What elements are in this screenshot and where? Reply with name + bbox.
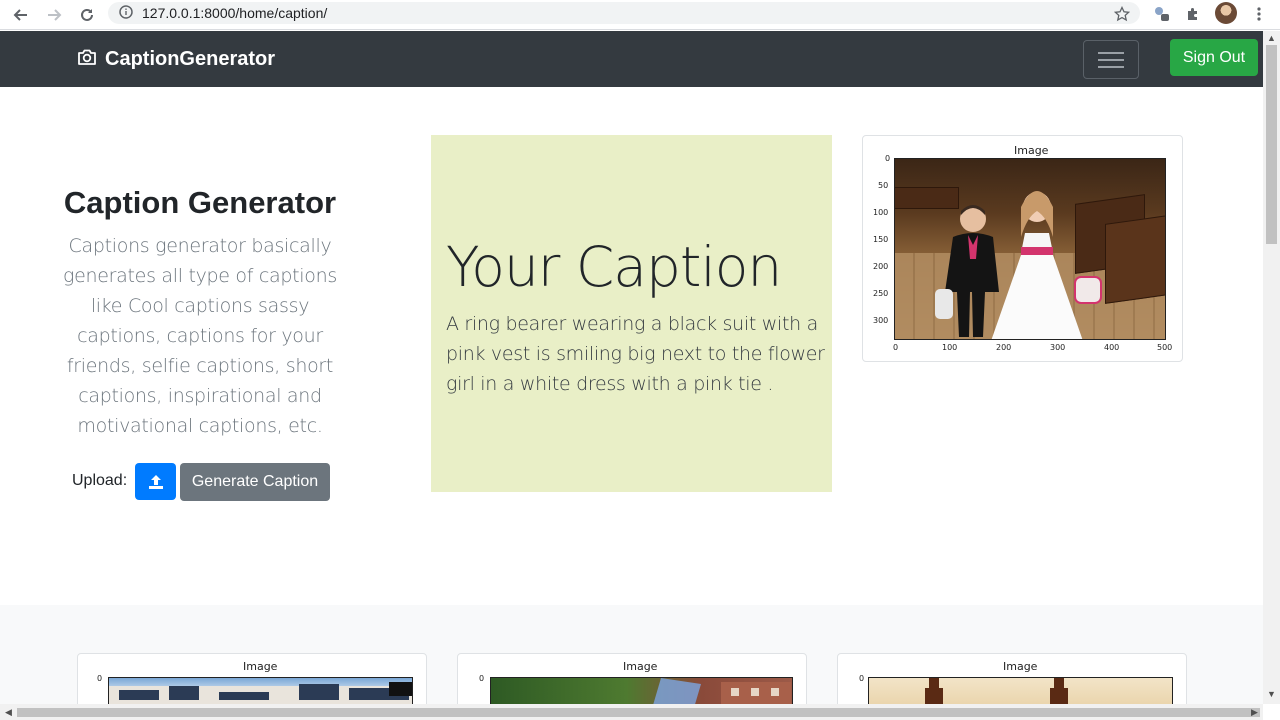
y-tick: 0 [885, 154, 891, 163]
camera-icon [77, 48, 97, 71]
plot-title: Image [1003, 660, 1038, 673]
brand-name: CaptionGenerator [105, 48, 276, 70]
y-tick: 0 [97, 674, 103, 683]
hero-description: Captions generator basically generates a… [63, 235, 337, 437]
y-tick: 0 [859, 674, 865, 683]
wedding-photo [895, 159, 1165, 339]
menu-dots-icon[interactable] [1248, 3, 1270, 25]
plot-title: Image [1014, 144, 1049, 157]
y-tick: 150 [873, 235, 889, 244]
y-tick: 200 [873, 262, 889, 271]
navbar-toggler-button[interactable] [1083, 40, 1139, 79]
children-figures [935, 191, 1102, 339]
x-tick: 200 [996, 343, 1012, 352]
upload-icon [148, 474, 163, 489]
hamburger-icon [1098, 51, 1124, 68]
horizontal-scroll-thumb[interactable] [17, 708, 1260, 717]
x-tick: 300 [1050, 343, 1066, 352]
scroll-left-icon[interactable]: ◀ [0, 705, 17, 719]
y-tick: 50 [878, 181, 889, 190]
result-image [894, 158, 1166, 340]
generate-caption-button[interactable]: Generate Caption [180, 463, 330, 501]
sign-out-button[interactable]: Sign Out [1170, 39, 1258, 76]
scroll-right-icon[interactable]: ▶ [1246, 705, 1263, 719]
extension-account-icon[interactable] [1150, 3, 1172, 25]
caption-text: A ring bearer wearing a black suit with … [446, 313, 825, 395]
upload-label: Upload: [72, 472, 128, 489]
forward-icon[interactable] [42, 3, 66, 27]
caption-heading: Your Caption [446, 235, 782, 299]
brand-link[interactable]: CaptionGenerator [77, 48, 275, 71]
result-image-card: Image 0 50 100 150 200 250 300 0 100 200… [862, 135, 1183, 362]
bookmark-star-icon[interactable] [1111, 3, 1133, 25]
y-tick: 100 [873, 208, 889, 217]
plot-title: Image [243, 660, 278, 673]
browser-toolbar: 127.0.0.1:8000/home/caption/ [0, 0, 1280, 30]
caption-panel: Your Caption A ring bearer wearing a bla… [431, 135, 832, 492]
vertical-scrollbar[interactable]: ▲ ▼ [1263, 31, 1280, 704]
x-tick: 400 [1104, 343, 1120, 352]
info-icon[interactable] [118, 4, 134, 20]
upload-button[interactable] [135, 463, 176, 500]
puzzle-extensions-icon[interactable] [1182, 3, 1204, 25]
scroll-down-icon[interactable]: ▼ [1263, 687, 1280, 701]
vertical-scroll-thumb[interactable] [1266, 45, 1277, 244]
x-tick: 100 [942, 343, 958, 352]
y-tick: 300 [873, 316, 889, 325]
plot-title: Image [623, 660, 658, 673]
page-title: Caption Generator [63, 185, 337, 220]
y-tick: 0 [479, 674, 485, 683]
x-tick: 0 [893, 343, 899, 352]
navbar: CaptionGenerator Sign Out [0, 31, 1263, 87]
x-tick: 500 [1157, 343, 1173, 352]
horizontal-scrollbar[interactable]: ◀ ▶ [0, 704, 1263, 720]
url-text[interactable]: 127.0.0.1:8000/home/caption/ [142, 5, 327, 21]
back-icon[interactable] [9, 3, 33, 27]
scroll-up-icon[interactable]: ▲ [1263, 31, 1280, 45]
reload-icon[interactable] [75, 3, 99, 27]
profile-avatar[interactable] [1215, 2, 1237, 24]
y-tick: 250 [873, 289, 889, 298]
